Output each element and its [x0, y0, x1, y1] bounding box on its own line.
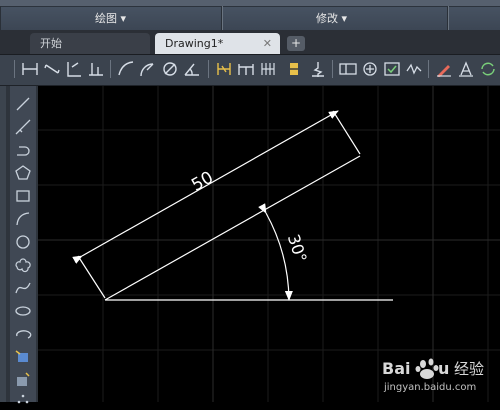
modify-panel-label[interactable]: 修改 ▾ [316, 10, 347, 26]
ribbon-divider [0, 6, 1, 30]
polygon-icon[interactable] [10, 163, 36, 183]
new-tab-button[interactable]: + [287, 36, 305, 51]
ellipse-icon[interactable] [10, 301, 36, 321]
ellipse-arc-icon[interactable] [10, 324, 36, 344]
dimension-toolbar [0, 55, 500, 86]
arc-length-icon[interactable] [116, 59, 136, 79]
tab-drawing1-label: Drawing1* [165, 37, 224, 50]
toolbar-separator [14, 60, 15, 78]
baseline-dimension-icon[interactable] [86, 59, 106, 79]
ribbon-top-strip [0, 0, 500, 7]
dimension-space-icon[interactable] [258, 59, 278, 79]
ribbon-panel-bar: 绘图 ▾ 修改 ▾ [0, 0, 500, 31]
continue-dimension-icon[interactable] [236, 59, 256, 79]
circle-icon[interactable] [10, 232, 36, 252]
watermark-url: jingyan.baidu.com [384, 382, 477, 393]
toolbar-separator [428, 60, 429, 78]
dimension-update-icon[interactable] [478, 59, 498, 79]
center-mark-icon[interactable] [360, 59, 380, 79]
inspect-icon[interactable] [382, 59, 402, 79]
close-icon[interactable]: ✕ [263, 33, 272, 54]
polyline-icon[interactable] [10, 140, 36, 160]
document-tab-bar: 开始 Drawing1* ✕ + [0, 30, 500, 55]
toolbar-separator [332, 60, 333, 78]
radius-dimension-icon[interactable] [138, 59, 158, 79]
ribbon-divider [222, 6, 223, 30]
tab-drawing1[interactable]: Drawing1* ✕ [155, 33, 280, 54]
aligned-dimension-icon[interactable] [42, 59, 62, 79]
make-block-icon[interactable] [10, 370, 36, 390]
baidu-jingyan-watermark: Bai u 经验 jingyan.baidu.com [380, 354, 498, 400]
extension-line [77, 255, 106, 299]
tab-start-label: 开始 [40, 37, 62, 50]
dimension-text-edit-icon[interactable] [456, 59, 476, 79]
svg-text:u: u [438, 359, 449, 378]
insert-block-icon[interactable] [10, 347, 36, 367]
quick-dimension-icon[interactable] [214, 59, 234, 79]
construction-line-icon[interactable] [10, 117, 36, 137]
diameter-dimension-icon[interactable] [160, 59, 180, 79]
toolbar-separator [110, 60, 111, 78]
linear-dimension-icon[interactable] [20, 59, 40, 79]
toolbar-separator [208, 60, 209, 78]
point-icon[interactable] [10, 390, 36, 410]
angular-dimension-arc[interactable] [258, 203, 293, 301]
svg-text:经验: 经验 [454, 360, 484, 378]
svg-text:Bai: Bai [382, 359, 410, 378]
dimension-break-icon[interactable] [284, 59, 304, 79]
extension-line [332, 110, 361, 155]
arc-icon[interactable] [10, 209, 36, 229]
tolerance-icon[interactable] [338, 59, 358, 79]
spline-icon[interactable] [10, 278, 36, 298]
jogged-radius-icon[interactable] [404, 59, 424, 79]
angular-dimension-text[interactable]: 30° [284, 232, 311, 265]
draw-panel-label[interactable]: 绘图 ▾ [95, 10, 126, 26]
rectangle-icon[interactable] [10, 186, 36, 206]
angular-dimension-icon[interactable] [182, 59, 202, 79]
tab-start[interactable]: 开始 [30, 33, 150, 54]
revision-cloud-icon[interactable] [10, 255, 36, 275]
jogged-linear-icon[interactable] [308, 59, 328, 79]
edit-dimension-icon[interactable] [434, 59, 454, 79]
line-icon[interactable] [10, 94, 36, 114]
toolbar-grip[interactable] [0, 86, 6, 402]
ribbon-divider [448, 6, 449, 30]
inclined-line[interactable] [104, 155, 361, 301]
ordinate-dimension-icon[interactable] [64, 59, 84, 79]
baidu-jingyan-logo: Bai u 经验 [382, 358, 484, 379]
draw-toolbar [0, 86, 38, 404]
